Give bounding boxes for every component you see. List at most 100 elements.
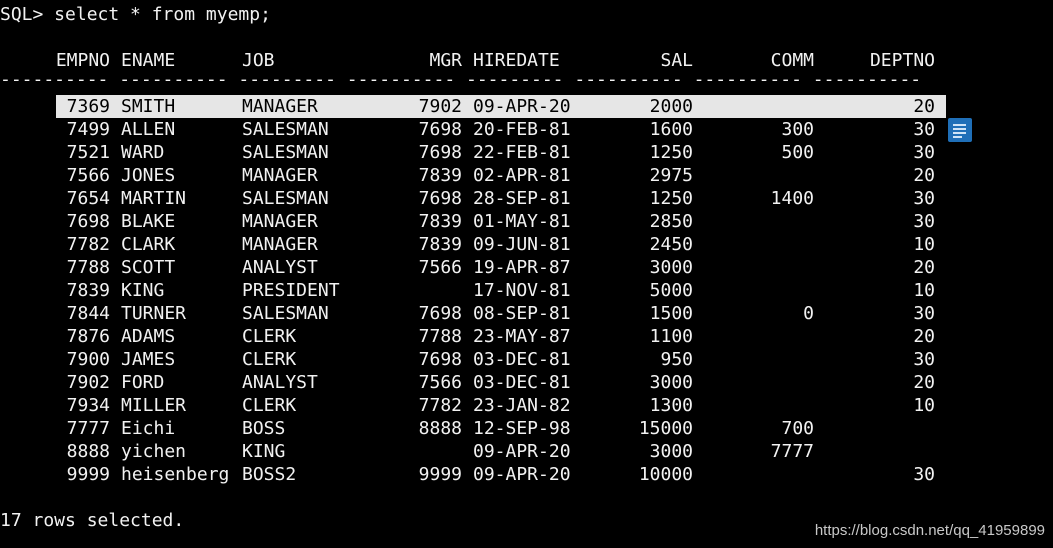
cell-ename: CLARK (121, 234, 176, 255)
cell-mgr: 7698 (418, 142, 462, 163)
cell-hiredate: 28-SEP-81 (473, 188, 571, 209)
table-row: 7698 BLAKE MANAGER 7839 01-MAY-81 2850 30 (0, 210, 1053, 233)
cell-job: MANAGER (242, 211, 318, 232)
table-row: 7844 TURNER SALESMAN 7698 08-SEP-81 1500 0 30 (0, 302, 1053, 325)
cell-mgr: 7566 (418, 257, 462, 278)
cell-job: SALESMAN (242, 142, 329, 163)
cell-mgr: 7698 (418, 119, 462, 140)
cell-job: MANAGER (242, 165, 318, 186)
rows-selected-message: 17 rows selected. (0, 510, 185, 531)
cell-job: CLERK (242, 349, 297, 370)
cell-hiredate: 19-APR-87 (473, 257, 571, 278)
cell-ename: WARD (121, 142, 165, 163)
cell-sal: 1500 (649, 303, 693, 324)
table-row: 7369 SMITH MANAGER 7902 09-APR-20 2000 20 (0, 95, 1053, 118)
cell-deptno: 10 (913, 280, 935, 301)
cell-hiredate: 23-JAN-82 (473, 395, 571, 416)
cell-deptno: 30 (913, 211, 935, 232)
cell-mgr: 7698 (418, 188, 462, 209)
cell-empno: 9999 (66, 464, 110, 485)
cell-hiredate: 09-APR-20 (473, 441, 571, 462)
cell-sal: 1300 (649, 395, 693, 416)
cell-deptno: 20 (913, 257, 935, 278)
table-row: 7788 SCOTT ANALYST 7566 19-APR-87 3000 20 (0, 256, 1053, 279)
cell-sal: 3000 (649, 441, 693, 462)
table-row: 9999 heisenberg BOSS2 9999 09-APR-20 10000 30 (0, 463, 1053, 486)
cell-hiredate: 09-APR-20 (473, 96, 571, 117)
cell-job: SALESMAN (242, 303, 329, 324)
cell-job: BOSS2 (242, 464, 297, 485)
cell-ename: MARTIN (121, 188, 187, 209)
cell-empno: 7902 (66, 372, 110, 393)
cell-ename: ALLEN (121, 119, 176, 140)
cell-ename: Eichi (121, 418, 176, 439)
cell-job: BOSS (242, 418, 286, 439)
cell-empno: 7934 (66, 395, 110, 416)
terminal-window[interactable]: SQL> select * from myemp; EMPNO ENAME JO… (0, 0, 1053, 548)
cell-deptno: 10 (913, 395, 935, 416)
cell-comm: 500 (781, 142, 814, 163)
cell-empno: 7698 (66, 211, 110, 232)
cell-comm: 700 (781, 418, 814, 439)
cell-empno: 7782 (66, 234, 110, 255)
table-row: 8888 yichen KING 09-APR-20 3000 7777 (0, 440, 1053, 463)
cell-empno: 7654 (66, 188, 110, 209)
table-row: 7777 Eichi BOSS 8888 12-SEP-98 15000 700 (0, 417, 1053, 440)
cell-deptno: 30 (913, 349, 935, 370)
cell-hiredate: 08-SEP-81 (473, 303, 571, 324)
cell-deptno: 20 (913, 372, 935, 393)
cell-sal: 10000 (638, 464, 693, 485)
cell-mgr: 7566 (418, 372, 462, 393)
cell-ename: KING (121, 280, 165, 301)
cell-hiredate: 03-DEC-81 (473, 349, 571, 370)
cell-ename: BLAKE (121, 211, 176, 232)
cell-hiredate: 17-NOV-81 (473, 280, 571, 301)
cell-hiredate: 03-DEC-81 (473, 372, 571, 393)
cell-deptno: 20 (913, 165, 935, 186)
cell-job: ANALYST (242, 257, 318, 278)
cell-hiredate: 01-MAY-81 (473, 211, 571, 232)
table-row: 7902 FORD ANALYST 7566 03-DEC-81 3000 20 (0, 371, 1053, 394)
table-row: 7782 CLARK MANAGER 7839 09-JUN-81 2450 10 (0, 233, 1053, 256)
cell-hiredate: 09-APR-20 (473, 464, 571, 485)
cell-deptno: 30 (913, 188, 935, 209)
cell-ename: MILLER (121, 395, 187, 416)
table-row: 7566 JONES MANAGER 7839 02-APR-81 2975 20 (0, 164, 1053, 187)
cell-sal: 5000 (649, 280, 693, 301)
cell-hiredate: 23-MAY-87 (473, 326, 571, 347)
cell-ename: yichen (121, 441, 187, 462)
cell-job: CLERK (242, 395, 297, 416)
cell-sal: 950 (660, 349, 693, 370)
cell-sal: 2850 (649, 211, 693, 232)
cell-hiredate: 02-APR-81 (473, 165, 571, 186)
table-row: 7900 JAMES CLERK 7698 03-DEC-81 950 30 (0, 348, 1053, 371)
cell-deptno: 30 (913, 142, 935, 163)
table-row: 7654 MARTIN SALESMAN 7698 28-SEP-81 1250 1400 3… (0, 187, 1053, 210)
cell-sal: 2000 (649, 96, 693, 117)
cell-ename: JAMES (121, 349, 176, 370)
sql-prompt-line: SQL> select * from myemp; (0, 4, 271, 25)
cell-sal: 15000 (638, 418, 693, 439)
cell-job: MANAGER (242, 96, 318, 117)
watermark-url: https://blog.csdn.net/qq_41959899 (814, 522, 1045, 539)
cell-sal: 2450 (649, 234, 693, 255)
cell-empno: 7521 (66, 142, 110, 163)
cell-mgr: 7698 (418, 303, 462, 324)
cell-ename: ADAMS (121, 326, 176, 347)
cell-hiredate: 22-FEB-81 (473, 142, 571, 163)
cell-sal: 1600 (649, 119, 693, 140)
cell-comm: 300 (781, 119, 814, 140)
document-lines-icon[interactable] (948, 118, 972, 142)
cell-mgr: 9999 (418, 464, 462, 485)
cell-ename: heisenberg (121, 464, 230, 485)
cell-empno: 7566 (66, 165, 110, 186)
cell-job: PRESIDENT (242, 280, 340, 301)
table-row: 7839 KING PRESIDENT 17-NOV-81 5000 10 (0, 279, 1053, 302)
cell-deptno: 30 (913, 303, 935, 324)
cell-mgr: 7788 (418, 326, 462, 347)
cell-sal: 2975 (649, 165, 693, 186)
cell-hiredate: 09-JUN-81 (473, 234, 571, 255)
table-row: 7521 WARD SALESMAN 7698 22-FEB-81 1250 500 30 (0, 141, 1053, 164)
cell-job: CLERK (242, 326, 297, 347)
cell-empno: 7788 (66, 257, 110, 278)
